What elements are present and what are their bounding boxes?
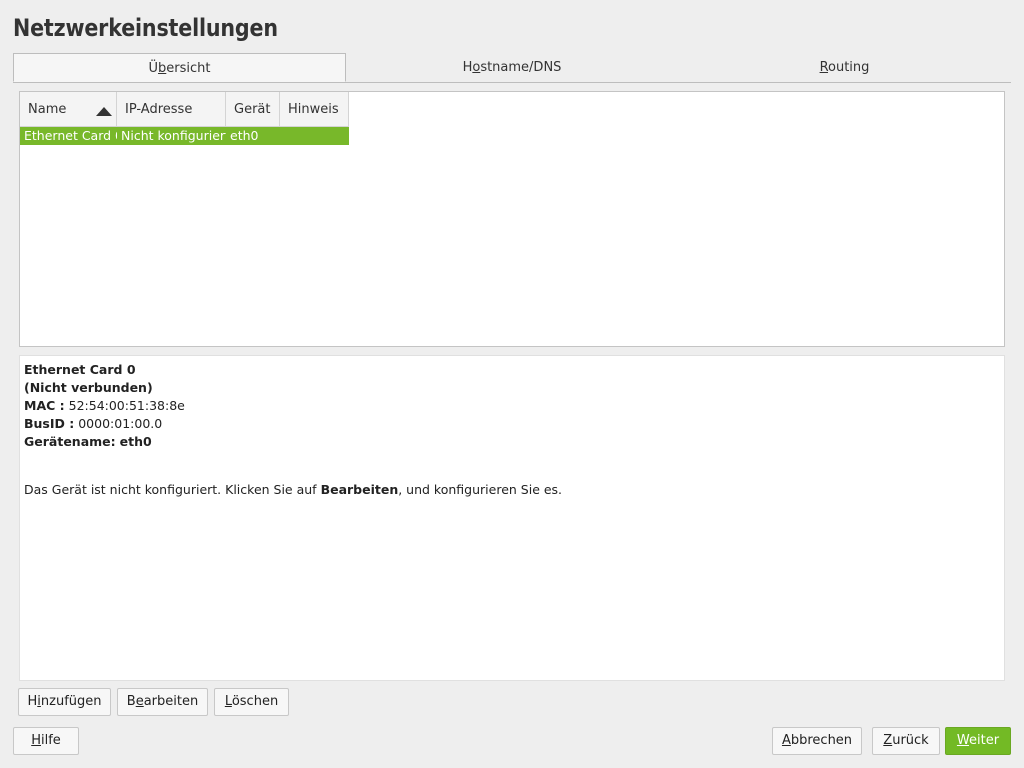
column-header-ip[interactable]: IP-Adresse: [117, 92, 226, 127]
details-mac-value: 52:54:00:51:38:8e: [68, 398, 185, 413]
table-row[interactable]: Ethernet Card 0 Nicht konfiguriert eth0: [20, 127, 349, 145]
tab-routing[interactable]: Routing: [678, 53, 1011, 82]
cell-device: eth0: [230, 128, 259, 143]
add-button[interactable]: Hinzufügen: [18, 688, 111, 716]
column-header-name[interactable]: Name: [20, 92, 117, 127]
column-header-note-label: Hinweis: [288, 102, 339, 117]
details-busid-value: 0000:01:00.0: [78, 416, 163, 431]
edit-button-label-pre: B: [126, 694, 136, 709]
tab-hostname-dns[interactable]: Hostname/DNS: [346, 53, 678, 82]
device-table[interactable]: Name IP-Adresse Gerät Hinweis Ethernet C…: [19, 91, 1005, 347]
back-button-label-accel: Z: [883, 733, 893, 748]
column-header-device-label: Gerät: [234, 102, 271, 117]
help-button[interactable]: Hilfe: [13, 727, 79, 755]
cancel-button-label-accel: A: [781, 733, 791, 748]
tab-overview-label-pre: Ü: [148, 61, 159, 76]
table-header: Name IP-Adresse Gerät Hinweis: [20, 92, 349, 127]
column-header-device[interactable]: Gerät: [226, 92, 280, 127]
cell-note: [280, 127, 349, 145]
add-button-label-post: nzufügen: [40, 694, 102, 709]
tab-overview-label-post: ersicht: [166, 61, 211, 76]
tab-routing-label-post: outing: [828, 60, 870, 75]
page-title: Netzwerkeinstellungen: [13, 14, 278, 42]
back-button-label-post: urück: [892, 733, 929, 748]
next-button[interactable]: Weiter: [945, 727, 1011, 755]
details-devname-label: Gerätename:: [24, 434, 116, 449]
tab-bar: Übersicht Hostname/DNS Routing: [13, 53, 1011, 83]
details-panel: Ethernet Card 0 (Nicht verbunden) MAC : …: [19, 355, 1005, 681]
details-status: (Nicht verbunden): [24, 380, 153, 395]
details-device-name: Ethernet Card 0: [24, 362, 136, 377]
tab-hostname-label-post: stname/DNS: [480, 60, 562, 75]
next-button-label-post: eiter: [969, 733, 1000, 748]
edit-button[interactable]: Bearbeiten: [117, 688, 208, 716]
tab-overview[interactable]: Übersicht: [13, 53, 346, 82]
cancel-button-label-post: bbrechen: [790, 733, 853, 748]
cell-ip: Nicht konfiguriert: [121, 128, 226, 143]
edit-button-label-post: arbeiten: [143, 694, 199, 709]
delete-button[interactable]: Löschen: [214, 688, 289, 716]
help-button-label-post: ilfe: [40, 733, 61, 748]
back-button[interactable]: Zurück: [872, 727, 940, 755]
details-message-pre: Das Gerät ist nicht konfiguriert. Klicke…: [24, 482, 321, 497]
details-busid-label: BusID :: [24, 416, 75, 431]
cell-name: Ethernet Card 0: [24, 128, 117, 143]
add-button-label-pre: H: [27, 694, 38, 709]
tab-routing-label-accel: R: [819, 60, 829, 75]
details-message-post: , und konfigurieren Sie es.: [398, 482, 563, 497]
edit-button-label-accel: e: [135, 694, 144, 709]
column-header-name-label: Name: [28, 102, 67, 117]
next-button-label-accel: W: [956, 733, 970, 748]
details-devname-value: eth0: [119, 434, 152, 449]
column-header-note[interactable]: Hinweis: [280, 92, 349, 127]
tab-hostname-label-pre: H: [462, 60, 473, 75]
delete-button-label-accel: L: [224, 694, 232, 709]
details-message: Das Gerät ist nicht konfiguriert. Klicke…: [24, 481, 1000, 499]
cancel-button[interactable]: Abbrechen: [772, 727, 862, 755]
sort-ascending-icon: [96, 107, 112, 116]
details-message-bold: Bearbeiten: [320, 482, 399, 497]
details-mac-label: MAC :: [24, 398, 65, 413]
help-button-label-accel: H: [31, 733, 41, 748]
column-header-ip-label: IP-Adresse: [125, 102, 193, 117]
delete-button-label-post: öschen: [231, 694, 279, 709]
